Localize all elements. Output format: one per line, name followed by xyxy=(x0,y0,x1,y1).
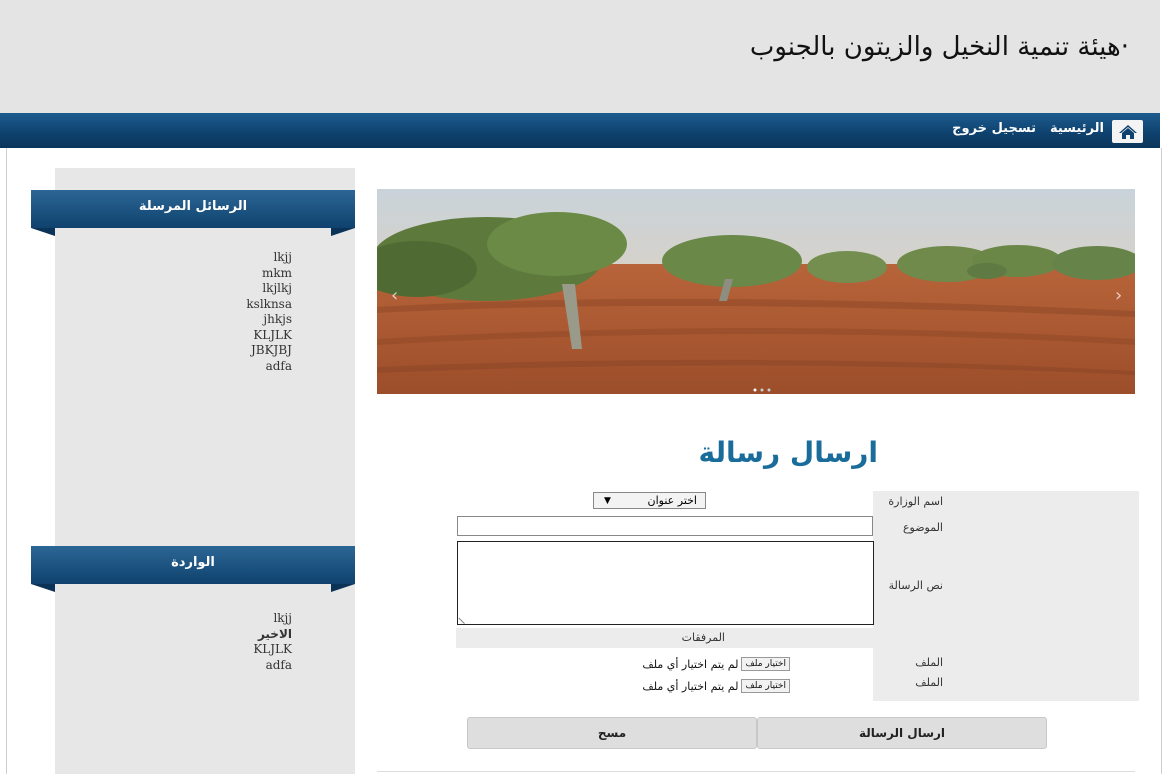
form-title: ارسال رسالة xyxy=(698,436,878,469)
chevron-down-icon: ▼ xyxy=(604,495,611,506)
choose-file-button[interactable]: اختيار ملف xyxy=(741,657,790,671)
ministry-select[interactable]: اختر عنوان ▼ xyxy=(593,492,706,509)
message-list-item[interactable]: lkjj xyxy=(0,250,292,266)
clear-button[interactable]: مسح xyxy=(467,717,757,749)
message-list-item[interactable]: mkm xyxy=(0,266,292,282)
message-list-item[interactable]: الاخير xyxy=(0,627,292,643)
olive-grove-photo: ‹ › xyxy=(377,189,1135,394)
message-list-item[interactable]: lkjj xyxy=(0,611,292,627)
file-upload-row-2: اختيار ملف لم يتم اختيار أي ملف xyxy=(520,677,790,695)
slider-next-icon[interactable]: › xyxy=(1115,285,1122,306)
sent-messages-header: الرسائل المرسلة xyxy=(31,190,355,236)
image-slider[interactable]: ‹ › xyxy=(377,189,1135,394)
no-file-text: لم يتم اختيار أي ملف xyxy=(642,679,739,693)
message-list-item[interactable]: jhkjs xyxy=(0,312,292,328)
ministry-select-value: اختر عنوان xyxy=(647,494,697,507)
choose-file-button[interactable]: اختيار ملف xyxy=(741,679,790,693)
message-list-item[interactable]: KLJLK xyxy=(0,328,292,344)
message-list-item[interactable]: JBKJBJ xyxy=(0,343,292,359)
file-upload-row-1: اختيار ملف لم يتم اختيار أي ملف xyxy=(520,655,790,673)
message-body-textarea[interactable] xyxy=(457,541,874,625)
attachments-label: المرفقات xyxy=(681,631,725,644)
content-divider xyxy=(377,771,1135,772)
sent-messages-list: lkjj mkm lkjlkj kslknsa jhkjs KLJLK JBKJBJ adfa xyxy=(0,250,292,374)
attachments-bar: المرفقات xyxy=(456,628,873,648)
nav-logout-link[interactable]: تسجيل خروج xyxy=(952,121,1036,136)
slider-dot[interactable] xyxy=(767,388,771,392)
no-file-text: لم يتم اختيار أي ملف xyxy=(642,657,739,671)
home-icon xyxy=(1118,124,1137,139)
slider-prev-icon[interactable]: ‹ xyxy=(391,285,398,306)
file-label-1: الملف xyxy=(915,656,943,669)
message-list-item[interactable]: lkjlkj xyxy=(0,281,292,297)
ministry-label: اسم الوزارة xyxy=(888,495,943,508)
message-list-item[interactable]: adfa xyxy=(0,359,292,375)
send-message-button[interactable]: ارسال الرسالة xyxy=(757,717,1047,749)
subject-label: الموضوع xyxy=(902,521,943,534)
inbox-list: lkjj الاخير KLJLK adfa xyxy=(0,611,292,673)
file-label-2: الملف xyxy=(915,676,943,689)
message-list-item[interactable]: adfa xyxy=(0,658,292,674)
slider-dot[interactable] xyxy=(753,388,757,392)
message-list-item[interactable]: KLJLK xyxy=(0,642,292,658)
message-list-item[interactable]: kslknsa xyxy=(0,297,292,313)
nav-home-link[interactable]: الرئيسية xyxy=(1050,121,1104,136)
site-title: ·هيئة تنمية النخيل والزيتون بالجنوب xyxy=(749,32,1129,62)
body-label: نص الرسالة xyxy=(888,579,943,592)
navbar: الرئيسية تسجيل خروج xyxy=(0,113,1160,148)
subject-input[interactable] xyxy=(457,516,873,536)
inbox-header: الواردة xyxy=(31,546,355,592)
header: ·هيئة تنمية النخيل والزيتون بالجنوب xyxy=(0,0,1160,113)
form-labels-column: اسم الوزارة الموضوع نص الرسالة الملف الم… xyxy=(873,491,1139,701)
home-button[interactable] xyxy=(1112,120,1143,143)
resize-grip-icon[interactable] xyxy=(458,611,471,625)
slider-dot[interactable] xyxy=(760,388,764,392)
